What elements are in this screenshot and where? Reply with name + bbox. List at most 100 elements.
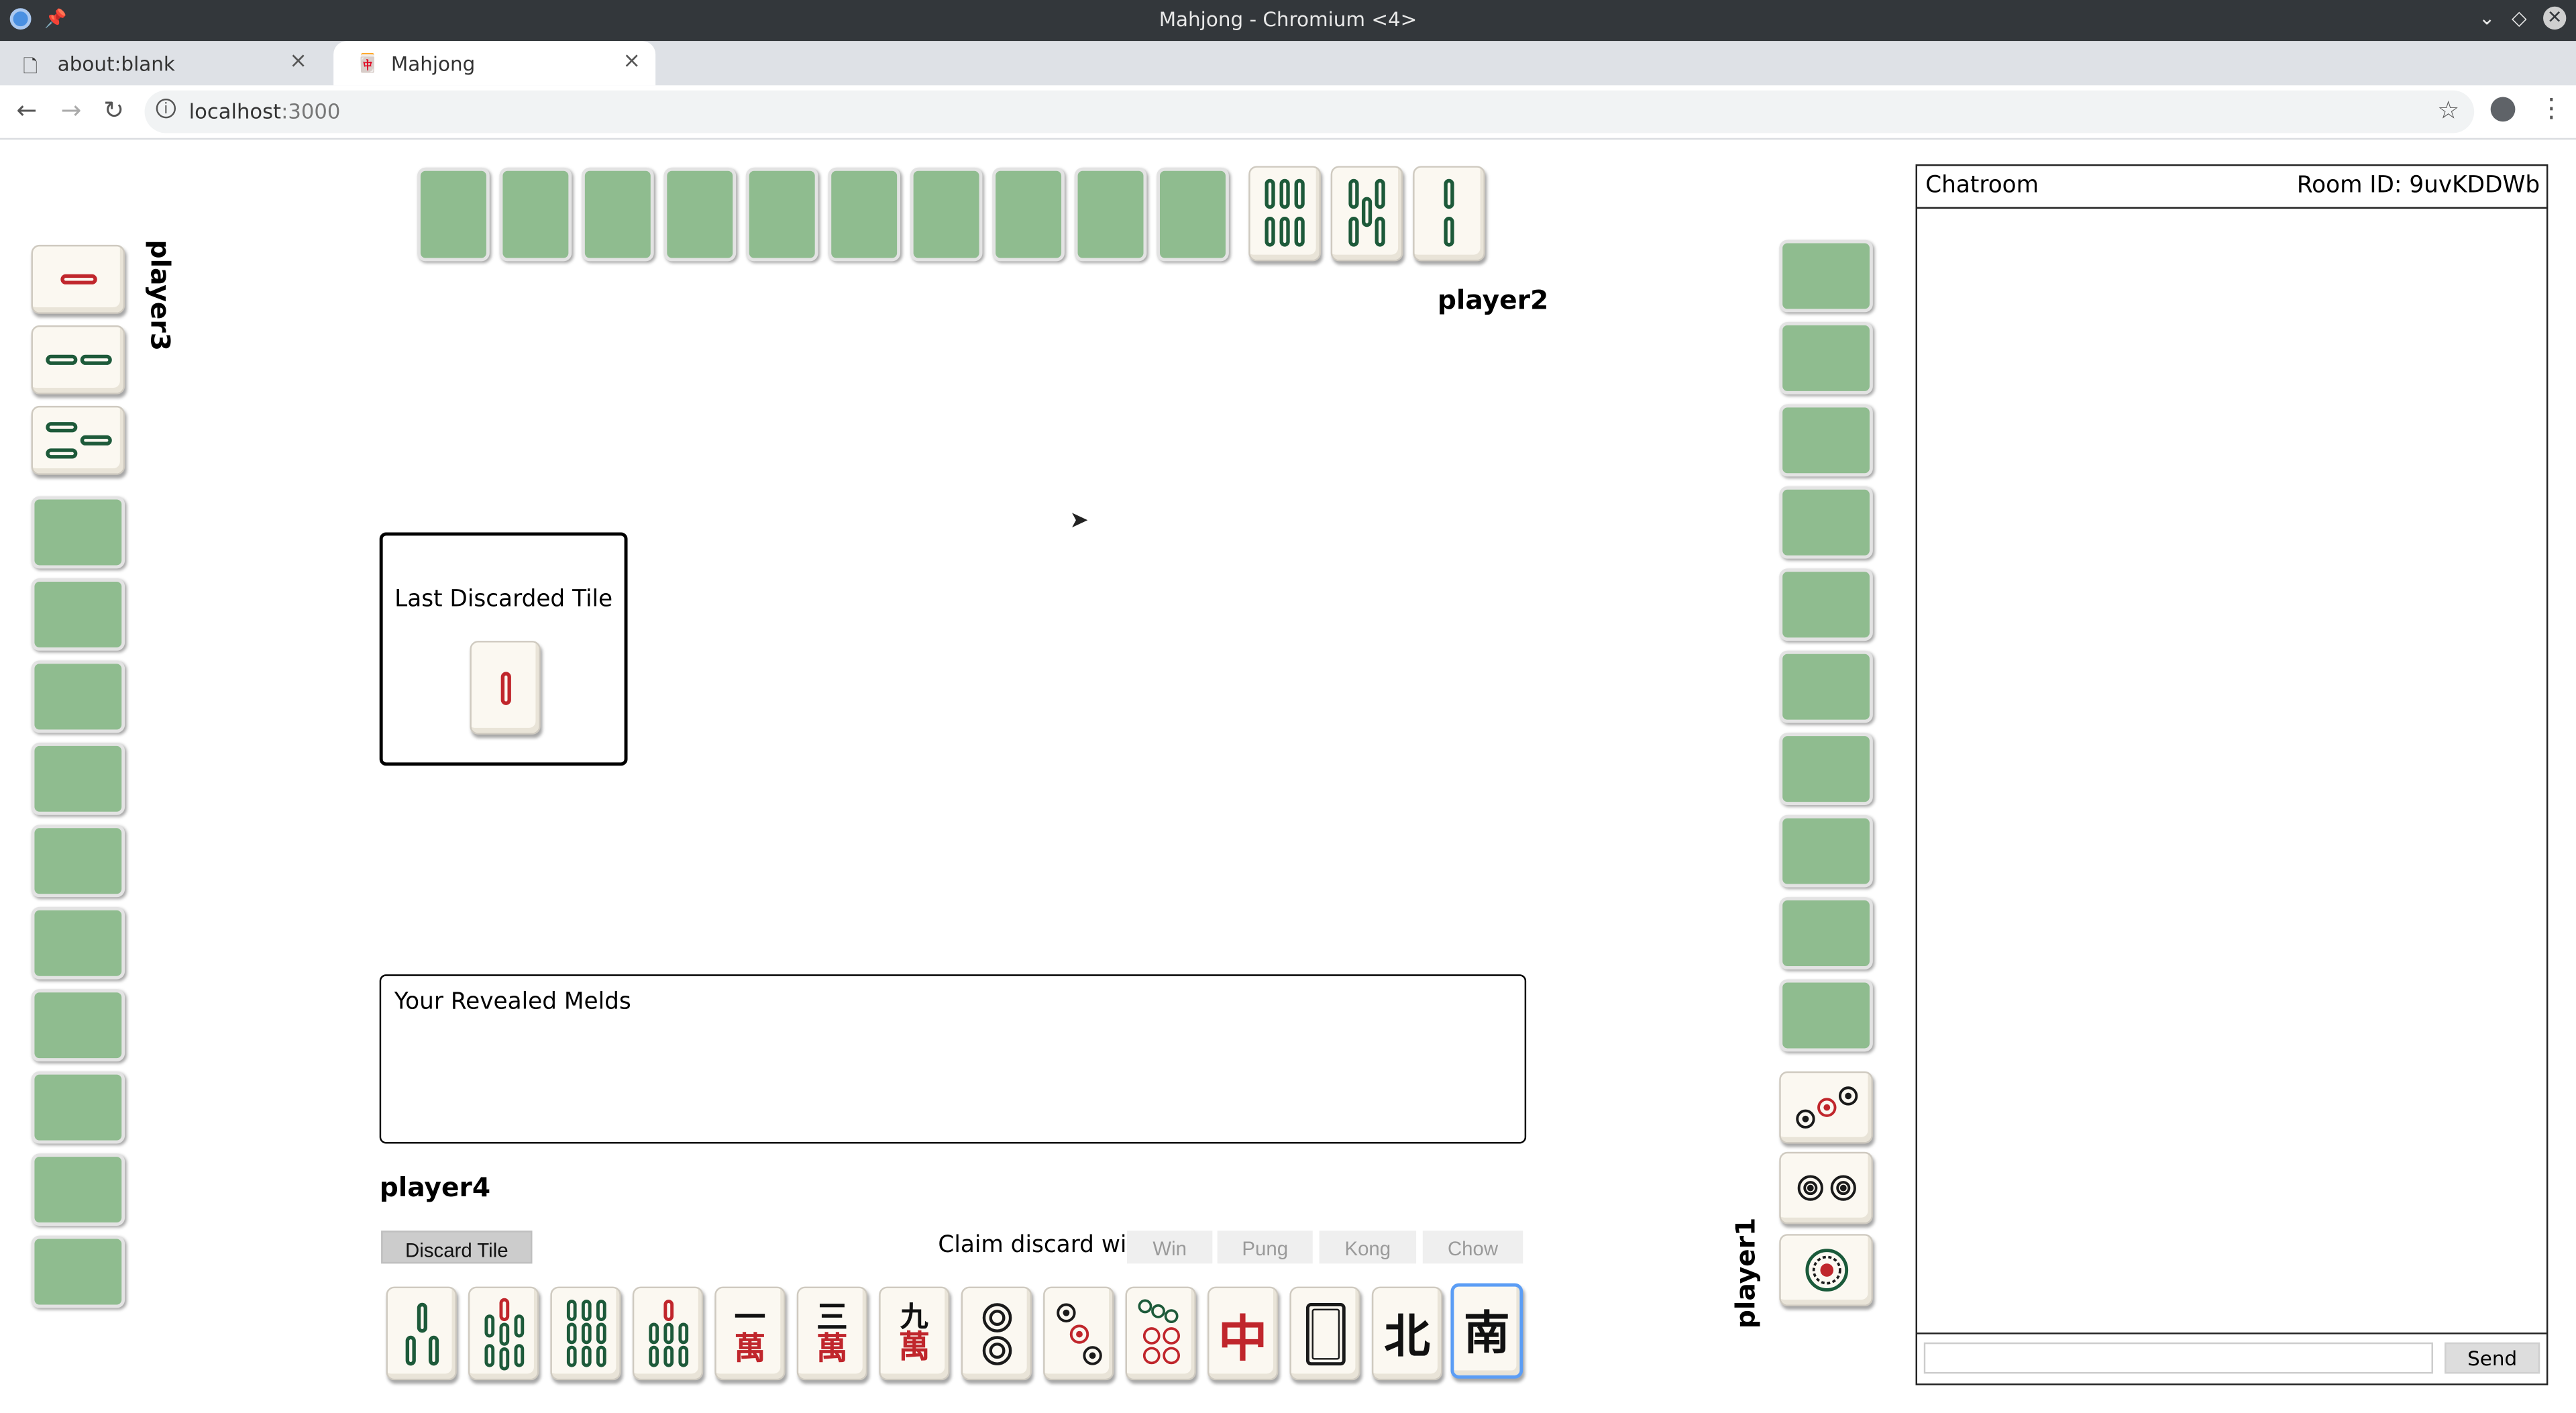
player4-label: player4 — [379, 1171, 491, 1203]
claim-discard-label: Claim discard with — [938, 1232, 1150, 1259]
hidden-tile — [31, 660, 125, 733]
chat-messages — [1917, 210, 2546, 1330]
hidden-tile — [31, 496, 125, 569]
tile-circles-1-sideways — [1779, 1234, 1873, 1306]
browser-toolbar: ← → ↻ i localhost:3000 ☆ — [0, 85, 2576, 140]
hidden-tile — [910, 167, 983, 262]
hidden-tile — [31, 1071, 125, 1144]
tile-bamboo-3-sideways — [31, 405, 125, 475]
tab-strip: 🗋 about:blank × 🀄 Mahjong × + — [0, 41, 2576, 118]
hand-tile-bamboo-7b[interactable] — [632, 1286, 704, 1381]
menu-kebab-icon[interactable]: ⋮ — [2538, 92, 2565, 123]
hand-tile-north-wind[interactable]: 北 — [1371, 1286, 1443, 1381]
hidden-tile — [992, 167, 1065, 262]
chatroom-title: Chatroom — [1925, 172, 2039, 199]
room-id: Room ID: 9uvKDDWb — [2296, 172, 2540, 199]
discard-tile-button[interactable]: Discard Tile — [381, 1231, 533, 1264]
tile-bamboo-4 — [1413, 166, 1485, 262]
hidden-tile — [1074, 167, 1147, 262]
last-discarded-panel: Last Discarded Tile — [379, 532, 628, 766]
hidden-tile — [1157, 167, 1229, 262]
player3-label: player3 — [144, 240, 176, 351]
hidden-tile — [1779, 733, 1873, 806]
hand-tile-circles-3[interactable] — [1043, 1286, 1114, 1381]
hidden-tile — [499, 167, 572, 262]
player2-label: player2 — [1437, 284, 1549, 316]
bookmark-star-icon[interactable]: ☆ — [2437, 95, 2459, 125]
hidden-tile — [1779, 404, 1873, 477]
mouse-cursor-icon: ➤ — [1069, 507, 1089, 534]
window-titlebar: 📌 Mahjong - Chromium <4> ⌄ ◇ ✕ — [0, 0, 2576, 42]
hand-tile-characters-1[interactable]: 一 萬 — [714, 1286, 786, 1381]
reload-icon[interactable]: ↻ — [103, 95, 124, 125]
pung-button[interactable]: Pung — [1217, 1231, 1313, 1264]
forward-arrow-icon[interactable]: → — [61, 95, 82, 125]
hidden-tile — [31, 742, 125, 815]
close-icon[interactable]: × — [289, 49, 307, 74]
hidden-tile — [1779, 240, 1873, 313]
chatroom-header: Chatroom Room ID: 9uvKDDWb — [1917, 166, 2546, 209]
tab-label: about:blank — [57, 52, 175, 76]
maximize-icon[interactable]: ◇ — [2512, 7, 2527, 30]
hand-tile-characters-3[interactable]: 三 萬 — [796, 1286, 868, 1381]
hand-tile-bamboo-3[interactable] — [386, 1286, 457, 1381]
player1-label: player1 — [1729, 1217, 1762, 1329]
tile-circles-2-sideways — [1779, 1151, 1873, 1224]
tab-label: Mahjong — [390, 52, 476, 76]
last-discarded-label: Last Discarded Tile — [394, 586, 613, 613]
hidden-tile — [1779, 815, 1873, 888]
hand-tile-white-dragon[interactable] — [1289, 1286, 1360, 1381]
hand-tile-circles-7[interactable] — [1125, 1286, 1196, 1381]
close-window-icon[interactable]: ✕ — [2543, 6, 2567, 30]
hidden-tile — [1779, 897, 1873, 970]
hidden-tile — [1779, 979, 1873, 1052]
hand-tile-bamboo-7[interactable] — [468, 1286, 539, 1381]
profile-icon[interactable] — [2490, 97, 2516, 122]
address-bar[interactable]: i localhost:3000 ☆ — [144, 90, 2475, 134]
mahjong-favicon-icon: 🀄 — [356, 52, 379, 74]
chevron-down-icon[interactable]: ⌄ — [2479, 7, 2496, 30]
hidden-tile — [31, 1235, 125, 1308]
hidden-tile — [31, 989, 125, 1062]
hidden-tile — [1779, 322, 1873, 395]
hidden-tile — [1779, 486, 1873, 559]
revealed-melds-panel: Your Revealed Melds — [379, 974, 1527, 1144]
tile-bamboo-2-sideways — [31, 325, 125, 395]
window-title: Mahjong - Chromium <4> — [1159, 8, 1417, 32]
page-icon: 🗋 — [23, 56, 38, 78]
tile-bamboo-5 — [1330, 166, 1403, 262]
revealed-melds-label: Your Revealed Melds — [394, 989, 631, 1016]
tile-circles-3-sideways — [1779, 1071, 1873, 1144]
last-discarded-tile[interactable] — [470, 641, 541, 735]
kong-button[interactable]: Kong — [1319, 1231, 1417, 1264]
hidden-tile — [1779, 650, 1873, 723]
hand-tile-red-dragon[interactable]: 中 — [1208, 1286, 1279, 1381]
tab-about-blank[interactable]: 🗋 about:blank × — [0, 41, 322, 85]
tile-bamboo-1-sideways — [31, 244, 125, 314]
tab-mahjong[interactable]: 🀄 Mahjong × — [333, 41, 656, 86]
hidden-tile — [31, 825, 125, 898]
win-button[interactable]: Win — [1127, 1231, 1213, 1264]
back-arrow-icon[interactable]: ← — [16, 95, 37, 125]
url-text[interactable]: localhost:3000 — [189, 99, 341, 123]
hand-tile-circles-2[interactable] — [961, 1286, 1032, 1381]
hand-tile-bamboo-9[interactable] — [550, 1286, 621, 1381]
tile-bamboo-8 — [1248, 166, 1321, 262]
hand-tile-characters-9[interactable]: 九 萬 — [879, 1286, 950, 1381]
chatroom-panel: Chatroom Room ID: 9uvKDDWb Send — [1915, 164, 2548, 1385]
hidden-tile — [31, 906, 125, 980]
info-icon[interactable]: i — [156, 98, 176, 119]
hidden-tile — [31, 1153, 125, 1226]
chat-message-input[interactable] — [1923, 1342, 2433, 1374]
hidden-tile — [663, 167, 737, 262]
hand-tile-south-wind-selected[interactable]: 南 — [1450, 1283, 1523, 1379]
hidden-tile — [581, 167, 654, 262]
send-button[interactable]: Send — [2445, 1342, 2540, 1374]
hidden-tile — [31, 578, 125, 651]
chow-button[interactable]: Chow — [1422, 1231, 1523, 1264]
hidden-tile — [828, 167, 901, 262]
hidden-tile — [1779, 568, 1873, 641]
chat-footer: Send — [1917, 1332, 2546, 1383]
close-icon[interactable]: × — [623, 49, 641, 74]
hidden-tile — [417, 167, 490, 262]
